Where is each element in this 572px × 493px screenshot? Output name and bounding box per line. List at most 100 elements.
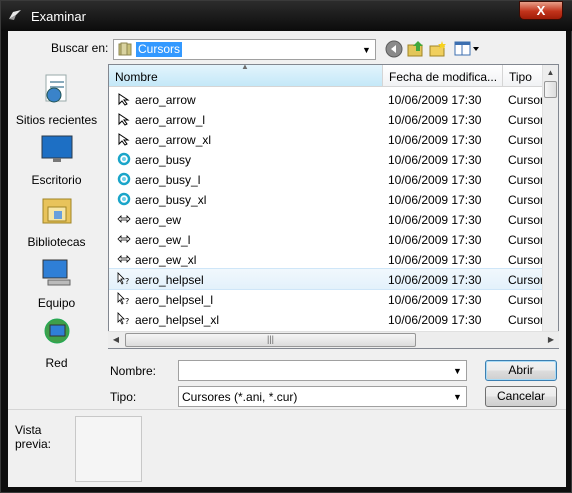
file-row[interactable]: aero_arrow 10/06/2009 17:30 Cursor	[109, 89, 545, 109]
lookin-label: Buscar en:	[51, 41, 109, 55]
up-folder-icon[interactable]	[407, 40, 425, 58]
place-label: Escritorio	[31, 173, 82, 187]
new-folder-icon[interactable]	[429, 40, 447, 58]
file-row[interactable]: aero_busy 10/06/2009 17:30 Cursor	[109, 149, 544, 169]
cursor-file-icon	[117, 172, 131, 186]
file-name: aero_helpsel	[135, 273, 204, 287]
file-date: 10/06/2009 17:30	[388, 93, 482, 107]
filetype-combobox[interactable]: Cursores (*.ani, *.cur) ▼	[178, 386, 467, 407]
cursor-file-icon	[117, 255, 131, 263]
file-name: aero_ew_l	[135, 233, 191, 247]
svg-text:?: ?	[125, 297, 129, 306]
scroll-up-icon[interactable]: ▲	[543, 65, 558, 81]
file-name: aero_busy_xl	[135, 193, 207, 207]
cursor-file-icon	[118, 133, 130, 146]
place-label: Sitios recientes	[15, 113, 98, 127]
file-row[interactable]: aero_busy_l 10/06/2009 17:30 Cursor	[109, 169, 545, 189]
places-bar: Sitios recientes Escritorio Bibliotecas …	[8, 63, 105, 408]
place-computer[interactable]: Equipo	[8, 256, 105, 316]
file-name: aero_ew_xl	[135, 253, 197, 267]
cancel-button[interactable]: Cancelar	[485, 386, 557, 407]
cursor-file-icon	[117, 235, 131, 243]
filetype-value: Cursores (*.ani, *.cur)	[182, 390, 298, 404]
recent-places-icon	[45, 74, 67, 103]
dialog-window: Examinar X Buscar en: Cursors ▼ Sitios r…	[0, 0, 572, 493]
file-row[interactable]: aero_busy_xl 10/06/2009 17:30 Cursor	[109, 189, 545, 209]
folder-icon	[118, 42, 132, 56]
chevron-down-icon[interactable]: ▼	[358, 40, 375, 59]
file-name: aero_arrow_l	[135, 113, 206, 127]
vertical-scroll-thumb[interactable]	[544, 81, 557, 98]
column-header-label: Nombre	[115, 70, 158, 84]
file-type: Cursor	[508, 213, 545, 227]
file-date: 10/06/2009 17:30	[388, 213, 482, 227]
scroll-right-icon[interactable]: ▶	[543, 332, 559, 348]
file-row[interactable]: aero_ew_l 10/06/2009 17:30 Cursor	[109, 229, 544, 249]
column-header-label: Fecha de modifica...	[389, 70, 498, 84]
file-row[interactable]: ? aero_helpsel 10/06/2009 17:30 Cursor	[109, 268, 545, 290]
file-type: Cursor	[508, 293, 545, 307]
place-libraries[interactable]: Bibliotecas	[8, 195, 105, 255]
cursor-file-icon: ?	[117, 272, 129, 286]
file-date: 10/06/2009 17:30	[388, 173, 482, 187]
horizontal-scrollbar[interactable]: ◀ ||| ▶	[108, 331, 559, 348]
file-date: 10/06/2009 17:30	[388, 133, 482, 147]
file-row[interactable]: aero_ew 10/06/2009 17:30 Cursor	[109, 209, 545, 229]
open-button[interactable]: Abrir	[485, 360, 557, 381]
network-icon	[44, 318, 70, 344]
column-header-date[interactable]: Fecha de modifica...	[383, 65, 503, 87]
file-name: aero_ew	[135, 213, 182, 227]
file-row[interactable]: ? aero_helpsel_xl 10/06/2009 17:30 Cursor	[109, 309, 545, 329]
title-bar[interactable]: Examinar X	[1, 1, 572, 31]
file-row[interactable]: aero_arrow_l 10/06/2009 17:30 Cursor	[109, 109, 545, 129]
horizontal-scroll-thumb[interactable]: |||	[125, 333, 416, 347]
cursor-file-icon: ?	[117, 292, 129, 306]
cursor-file-icon	[118, 93, 130, 106]
preview-pane	[75, 416, 142, 482]
file-row[interactable]: ? aero_helpsel_l 10/06/2009 17:30 Cursor	[109, 289, 545, 309]
file-type: Cursor	[508, 133, 545, 147]
file-date: 10/06/2009 17:30	[388, 253, 482, 267]
file-type: Cursor	[508, 313, 545, 327]
place-label: Bibliotecas	[27, 235, 86, 249]
file-date: 10/06/2009 17:30	[388, 153, 482, 167]
place-desktop[interactable]: Escritorio	[8, 133, 105, 193]
column-header-name[interactable]: ▲ Nombre	[109, 65, 383, 87]
chevron-down-icon[interactable]: ▼	[449, 387, 466, 406]
view-menu-icon[interactable]	[454, 40, 480, 58]
dialog-client-area: Buscar en: Cursors ▼ Sitios recientes Es…	[8, 31, 566, 487]
file-row[interactable]: aero_ew_xl 10/06/2009 17:30 Cursor	[109, 249, 544, 269]
file-date: 10/06/2009 17:30	[388, 273, 482, 287]
file-type: Cursor	[508, 273, 545, 287]
place-recent[interactable]: Sitios recientes	[8, 73, 105, 133]
filename-combobox[interactable]: ▼	[178, 360, 467, 381]
place-label: Equipo	[37, 296, 76, 310]
scroll-left-icon[interactable]: ◀	[108, 332, 124, 348]
file-list[interactable]: ▲ Nombre Fecha de modifica... Tipo aero_…	[108, 64, 559, 349]
file-name: aero_helpsel_l	[135, 293, 214, 307]
file-type: Cursor	[508, 113, 545, 127]
back-icon[interactable]	[385, 40, 403, 58]
file-date: 10/06/2009 17:30	[388, 113, 482, 127]
lookin-combobox[interactable]: Cursors ▼	[113, 39, 376, 60]
cursor-file-icon	[117, 215, 131, 223]
preview-label-line2: previa:	[15, 437, 52, 451]
file-type: Cursor	[508, 193, 545, 207]
file-date: 10/06/2009 17:30	[388, 293, 482, 307]
file-date: 10/06/2009 17:30	[388, 313, 482, 327]
file-type: Cursor	[508, 173, 545, 187]
column-header-type[interactable]: Tipo	[503, 65, 543, 87]
chevron-down-icon[interactable]: ▼	[449, 361, 466, 380]
file-row[interactable]: aero_arrow_xl 10/06/2009 17:30 Cursor	[109, 129, 545, 149]
place-network[interactable]: Red	[8, 316, 105, 376]
svg-text:?: ?	[125, 277, 129, 286]
cursor-file-icon	[117, 192, 131, 206]
vertical-scrollbar[interactable]: ▲ ▼	[542, 65, 558, 348]
file-name: aero_busy_l	[135, 173, 201, 187]
close-button[interactable]: X	[519, 1, 563, 20]
cursor-file-icon: ?	[117, 312, 129, 326]
file-type: Cursor	[508, 93, 545, 107]
file-name: aero_helpsel_xl	[135, 313, 220, 327]
preview-label-line1: Vista	[15, 423, 42, 437]
computer-icon	[42, 259, 71, 286]
